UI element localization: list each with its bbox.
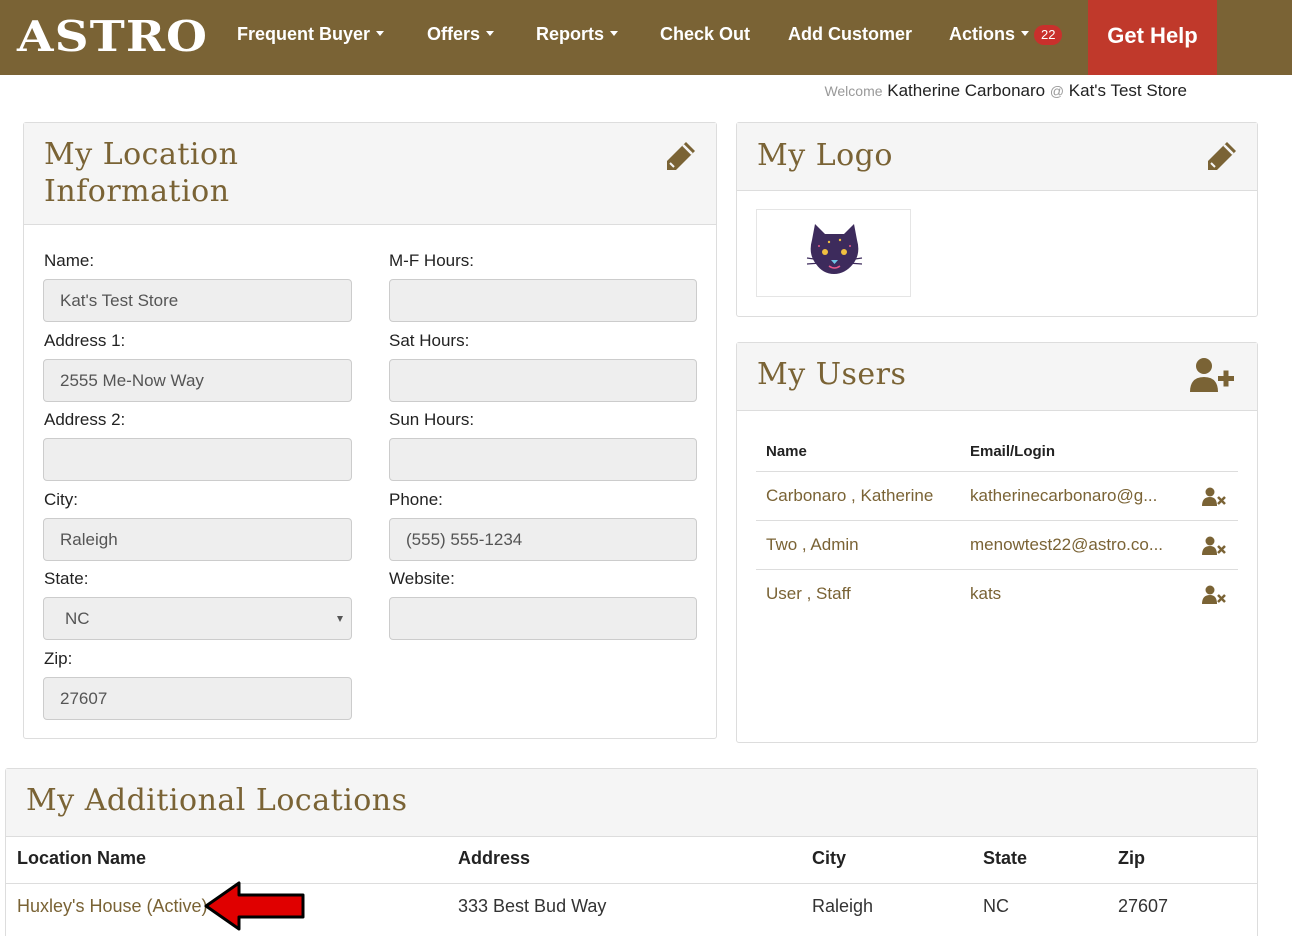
column-header: Address: [458, 848, 531, 868]
nav-frequent-buyer[interactable]: Frequent Buyer: [237, 22, 385, 46]
nav-reports[interactable]: Reports: [536, 22, 619, 46]
panel-header: My Logo: [737, 123, 1257, 191]
table-row: User , Staff kats: [756, 570, 1238, 619]
caret-down-icon: [376, 30, 385, 36]
astro-logo[interactable]: ASTRO: [17, 14, 208, 60]
nav-actions[interactable]: Actions 22: [949, 22, 1063, 46]
zip-label: Zip:: [44, 649, 73, 668]
users-panel: My Users Name Email/Login Carbonaro , Ka…: [736, 342, 1258, 743]
user-name[interactable]: User , Staff: [766, 584, 851, 604]
column-header: State: [983, 848, 1028, 868]
column-header: Name: [766, 443, 807, 460]
location-info-panel: My Location Information Name: Kat's Test…: [23, 122, 717, 739]
city-field[interactable]: Raleigh: [43, 518, 352, 561]
panel-title: My Logo: [757, 138, 893, 173]
location-address: 333 Best Bud Way: [458, 896, 607, 916]
location-city: Raleigh: [812, 896, 874, 916]
nav-label: Actions: [949, 24, 1016, 44]
remove-user-icon[interactable]: [1202, 487, 1226, 512]
address1-label: Address 1:: [44, 331, 126, 350]
zip-field[interactable]: 27607: [43, 677, 352, 720]
nav-label: Reports: [536, 24, 605, 44]
website-label: Website:: [389, 569, 455, 588]
location-name-link[interactable]: Huxley's House (Active): [17, 896, 208, 917]
store-logo-image: [756, 209, 911, 297]
red-arrow-icon: [203, 880, 307, 936]
select-arrow-icon: [337, 616, 343, 622]
nav-offers[interactable]: Offers: [427, 22, 495, 46]
location-state: NC: [983, 896, 1009, 916]
phone-field[interactable]: (555) 555-1234: [389, 518, 697, 561]
panel-title: My Users: [757, 357, 907, 392]
state-value: NC: [65, 609, 90, 628]
nav-label: Frequent Buyer: [237, 24, 371, 44]
nav-label: Check Out: [660, 24, 751, 44]
remove-user-icon[interactable]: [1202, 585, 1226, 610]
address1-field[interactable]: 2555 Me-Now Way: [43, 359, 352, 402]
pencil-icon[interactable]: [1205, 139, 1239, 178]
phone-label: Phone:: [389, 490, 443, 509]
column-header: Zip: [1118, 848, 1145, 868]
welcome-line: Welcome Katherine Carbonaro @ Kat's Test…: [824, 81, 1187, 101]
mf-hours-field[interactable]: [389, 279, 697, 322]
welcome-at: @: [1049, 83, 1065, 99]
address2-label: Address 2:: [44, 410, 126, 429]
city-label: City:: [44, 490, 78, 509]
table-header-row: Name Email/Login: [756, 429, 1238, 472]
panel-title: My Location Information: [44, 136, 238, 210]
table-header-row: Location Name Address City State Zip: [6, 836, 1258, 884]
panel-title: My Additional Locations: [26, 783, 408, 818]
sun-hours-label: Sun Hours:: [389, 410, 475, 429]
top-navbar: ASTRO Frequent Buyer Offers Reports Chec…: [0, 0, 1292, 75]
cat-logo-icon: [806, 224, 863, 274]
state-label: State:: [44, 569, 89, 588]
welcome-user: Katherine Carbonaro: [887, 81, 1046, 100]
sat-hours-field[interactable]: [389, 359, 697, 402]
welcome-store: Kat's Test Store: [1068, 81, 1187, 100]
user-email[interactable]: kats: [970, 584, 1001, 604]
pencil-icon[interactable]: [664, 139, 698, 178]
nav-label: Offers: [427, 24, 481, 44]
remove-user-icon[interactable]: [1202, 536, 1226, 561]
actions-count-badge: 22: [1034, 25, 1063, 46]
location-zip: 27607: [1118, 896, 1169, 916]
column-header: Email/Login: [970, 443, 1056, 460]
additional-locations-panel: My Additional Locations Location Name Ad…: [5, 768, 1258, 936]
nav-check-out[interactable]: Check Out: [660, 22, 750, 46]
name-label: Name:: [44, 251, 95, 270]
table-row: Carbonaro , Katherine katherinecarbonaro…: [756, 472, 1238, 521]
mf-hours-label: M-F Hours:: [389, 251, 474, 270]
get-help-button[interactable]: Get Help: [1088, 0, 1217, 75]
title-line: Information: [44, 174, 230, 209]
welcome-prefix: Welcome: [824, 83, 883, 99]
logo-panel: My Logo: [736, 122, 1258, 317]
user-email[interactable]: katherinecarbonaro@g...: [970, 486, 1157, 506]
panel-header: My Location Information: [24, 123, 716, 225]
title-line: My Location: [44, 137, 239, 172]
state-select[interactable]: NC: [43, 597, 352, 640]
caret-down-icon: [1021, 30, 1030, 36]
caret-down-icon: [486, 30, 495, 36]
sat-hours-label: Sat Hours:: [389, 331, 470, 350]
user-name[interactable]: Two , Admin: [766, 535, 859, 555]
table-row: Two , Admin menowtest22@astro.co...: [756, 521, 1238, 570]
address2-field[interactable]: [43, 438, 352, 481]
column-header: Location Name: [17, 848, 147, 868]
name-field[interactable]: Kat's Test Store: [43, 279, 352, 322]
nav-label: Add Customer: [788, 24, 913, 44]
panel-header: My Users: [737, 343, 1257, 411]
user-name[interactable]: Carbonaro , Katherine: [766, 486, 933, 506]
panel-header: My Additional Locations: [6, 769, 1257, 837]
sun-hours-field[interactable]: [389, 438, 697, 481]
add-user-icon[interactable]: [1189, 357, 1235, 398]
column-header: City: [812, 848, 847, 868]
website-field[interactable]: [389, 597, 697, 640]
user-email[interactable]: menowtest22@astro.co...: [970, 535, 1163, 555]
nav-add-customer[interactable]: Add Customer: [788, 22, 912, 46]
caret-down-icon: [610, 30, 619, 36]
